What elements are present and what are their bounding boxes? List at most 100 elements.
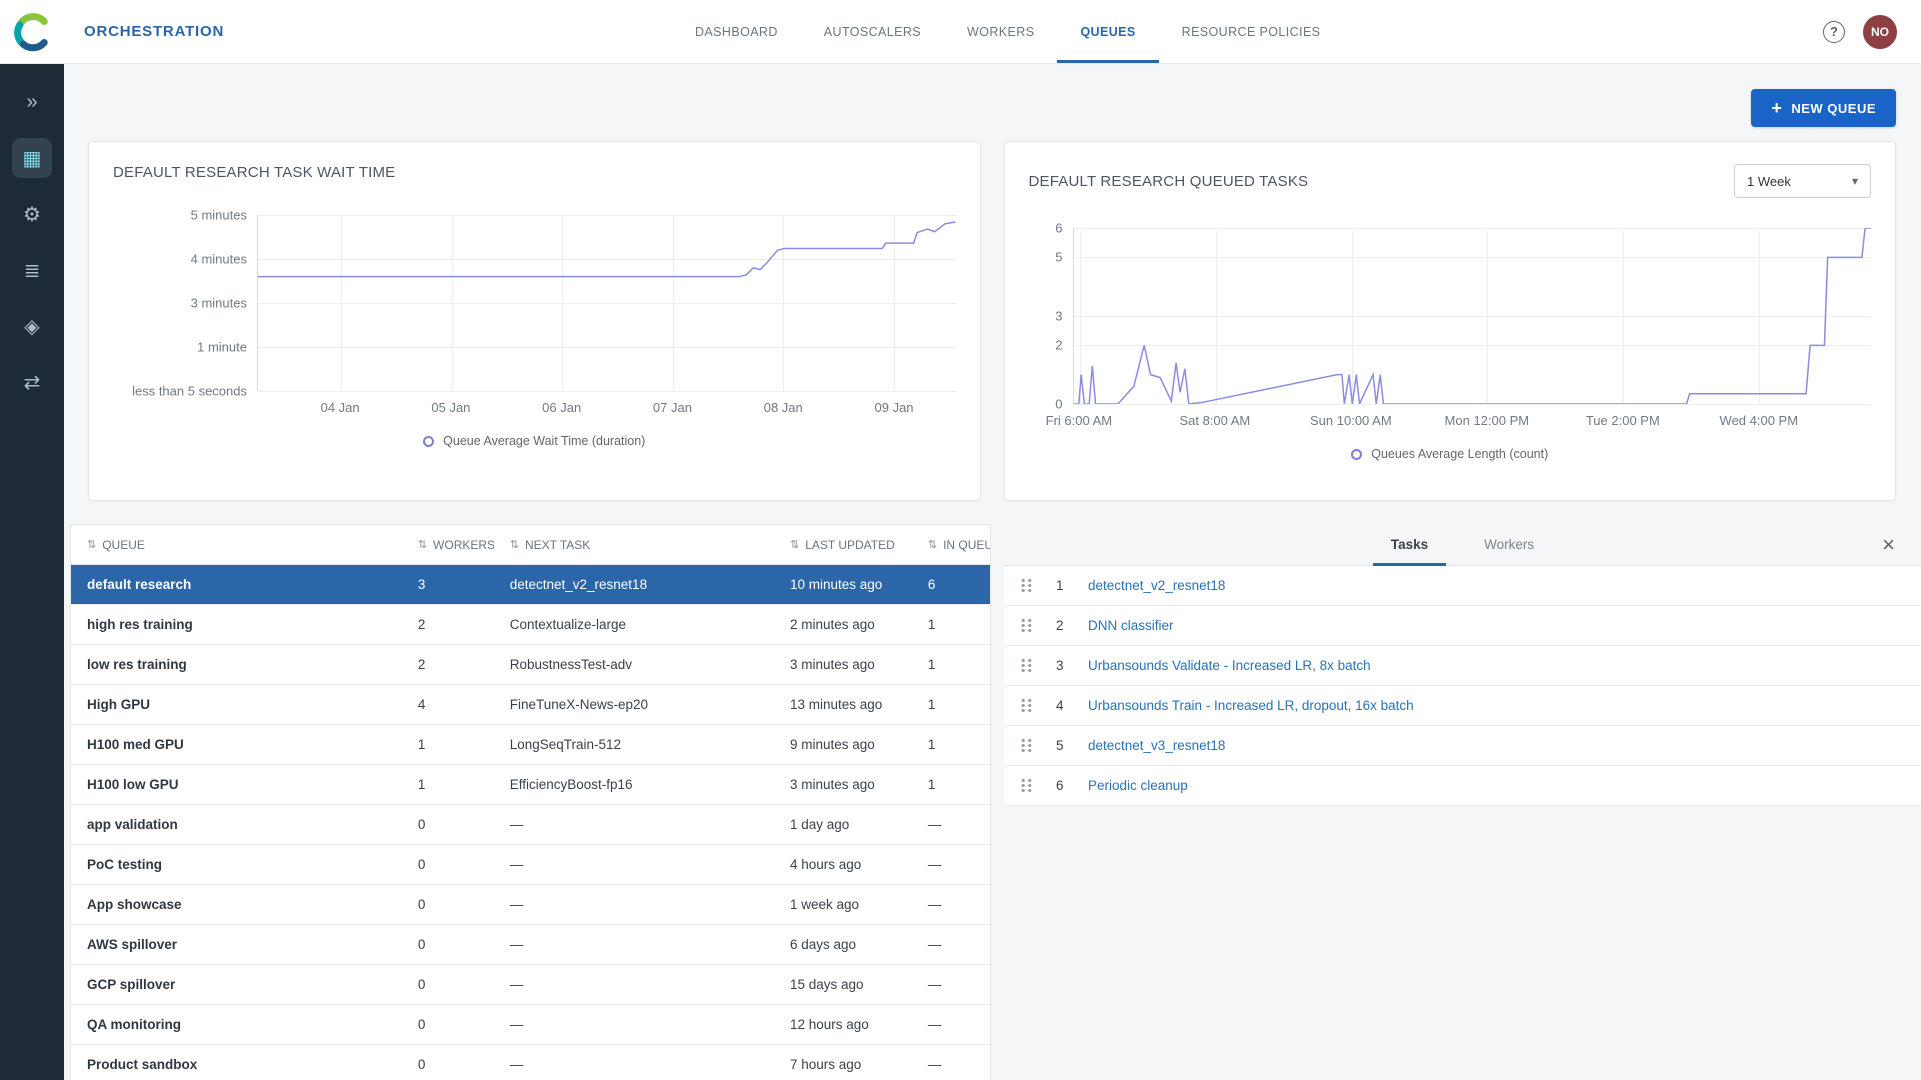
top-tab-resource-policies[interactable]: RESOURCE POLICIES: [1159, 0, 1344, 63]
legend-marker-icon: [1351, 449, 1362, 460]
next-task-cell: RobustnessTest-adv: [494, 657, 774, 672]
queued-tasks-card-header: DEFAULT RESEARCH QUEUED TASKS 1 Week ▾: [1029, 164, 1872, 198]
column-header-next-task[interactable]: ⇅ NEXT TASK: [494, 538, 774, 552]
last-updated-cell: 9 minutes ago: [774, 737, 912, 752]
getting-started-icon[interactable]: »: [12, 82, 52, 122]
new-queue-button[interactable]: + NEW QUEUE: [1751, 89, 1896, 127]
x-axis-labels: Fri 6:00 AMSat 8:00 AMSun 10:00 AMMon 12…: [1073, 404, 1872, 430]
drag-handle-icon[interactable]: [1020, 698, 1033, 713]
drag-handle-icon[interactable]: [1020, 578, 1033, 593]
queues-table-header: ⇅ QUEUE ⇅ WORKERS ⇅ NEXT TASK ⇅ LAST UPD…: [71, 525, 990, 565]
table-row[interactable]: high res training2Contextualize-large2 m…: [71, 605, 990, 645]
top-tab-workers[interactable]: WORKERS: [944, 0, 1057, 63]
queue-name-cell: Product sandbox: [71, 1057, 402, 1072]
panel-tab-workers[interactable]: Workers: [1456, 524, 1562, 565]
topbar: ORCHESTRATION DASHBOARDAUTOSCALERSWORKER…: [0, 0, 1921, 64]
panel-tab-tasks[interactable]: Tasks: [1363, 524, 1456, 565]
table-row[interactable]: PoC testing0—4 hours ago—: [71, 845, 990, 885]
table-row[interactable]: GCP spillover0—15 days ago—: [71, 965, 990, 1005]
chart-plot-area: [1073, 228, 1872, 404]
top-tab-autoscalers[interactable]: AUTOSCALERS: [801, 0, 944, 63]
app-logo[interactable]: [0, 0, 64, 64]
close-icon[interactable]: ×: [1882, 534, 1895, 556]
last-updated-cell: 7 hours ago: [774, 1057, 912, 1072]
queue-name-cell: low res training: [71, 657, 402, 672]
sidebar-nav: » ▦ ⚙ ≣ ◈ ⇄: [0, 64, 64, 1080]
help-icon[interactable]: ?: [1823, 21, 1845, 43]
sort-icon: ⇅: [928, 538, 937, 551]
next-task-cell: —: [494, 1057, 774, 1072]
last-updated-cell: 13 minutes ago: [774, 697, 912, 712]
x-tick-label: Fri 6:00 AM: [1046, 413, 1112, 428]
column-header-last-updated[interactable]: ⇅ LAST UPDATED: [774, 538, 912, 552]
workers-icon[interactable]: ⚙: [12, 194, 52, 234]
queue-name-cell: High GPU: [71, 697, 402, 712]
table-row[interactable]: App showcase0—1 week ago—: [71, 885, 990, 925]
task-link[interactable]: detectnet_v3_resnet18: [1088, 738, 1225, 753]
table-row[interactable]: Product sandbox0—7 hours ago—: [71, 1045, 990, 1080]
queues-icon[interactable]: ≣: [12, 250, 52, 290]
legend-label: Queue Average Wait Time (duration): [443, 434, 645, 448]
time-range-select[interactable]: 1 Week ▾: [1734, 164, 1871, 198]
table-row[interactable]: H100 low GPU1EfficiencyBoost-fp163 minut…: [71, 765, 990, 805]
queue-detail-panel: TasksWorkers× 1detectnet_v2_resnet182DNN…: [1004, 524, 1921, 1080]
y-tick-label: 3 minutes: [191, 296, 247, 311]
line-series: [1074, 228, 1872, 404]
workers-cell: 0: [402, 897, 494, 912]
drag-handle-icon[interactable]: [1020, 618, 1033, 633]
x-tick-label: 09 Jan: [875, 400, 914, 415]
table-row[interactable]: app validation0—1 day ago—: [71, 805, 990, 845]
workers-cell: 3: [402, 577, 494, 592]
table-row[interactable]: low res training2RobustnessTest-adv3 min…: [71, 645, 990, 685]
sort-icon: ⇅: [418, 538, 427, 551]
last-updated-cell: 2 minutes ago: [774, 617, 912, 632]
next-task-cell: —: [494, 937, 774, 952]
task-link[interactable]: detectnet_v2_resnet18: [1088, 578, 1225, 593]
task-link[interactable]: Urbansounds Train - Increased LR, dropou…: [1088, 698, 1414, 713]
task-index: 3: [1056, 658, 1084, 673]
workers-cell: 0: [402, 817, 494, 832]
queue-name-cell: App showcase: [71, 897, 402, 912]
last-updated-cell: 3 minutes ago: [774, 777, 912, 792]
in-queue-cell: 1: [912, 697, 990, 712]
queue-name-cell: default research: [71, 577, 402, 592]
resources-icon[interactable]: ◈: [12, 306, 52, 346]
drag-handle-icon[interactable]: [1020, 658, 1033, 673]
table-row[interactable]: High GPU4FineTuneX-News-ep2013 minutes a…: [71, 685, 990, 725]
task-list-item: 2 DNN classifier: [1004, 606, 1921, 646]
task-list-item: 3 Urbansounds Validate - Increased LR, 8x…: [1004, 646, 1921, 686]
queue-name-cell: H100 low GPU: [71, 777, 402, 792]
task-link[interactable]: DNN classifier: [1088, 618, 1174, 633]
task-link[interactable]: Urbansounds Validate - Increased LR, 8x …: [1088, 658, 1371, 673]
top-tab-dashboard[interactable]: DASHBOARD: [672, 0, 801, 63]
in-queue-cell: 6: [912, 577, 990, 592]
avatar[interactable]: NO: [1863, 15, 1897, 49]
last-updated-cell: 15 days ago: [774, 977, 912, 992]
next-task-cell: —: [494, 897, 774, 912]
workers-cell: 2: [402, 617, 494, 632]
x-tick-label: Tue 2:00 PM: [1586, 413, 1660, 428]
table-row[interactable]: default research3detectnet_v2_resnet1810…: [71, 565, 990, 605]
task-link[interactable]: Periodic cleanup: [1088, 778, 1188, 793]
task-index: 2: [1056, 618, 1084, 633]
column-header-queue[interactable]: ⇅ QUEUE: [71, 538, 402, 552]
chart-legend: Queues Average Length (count): [1029, 447, 1872, 461]
wait-time-chart-title: DEFAULT RESEARCH TASK WAIT TIME: [113, 164, 956, 181]
drag-handle-icon[interactable]: [1020, 738, 1033, 753]
top-tab-queues[interactable]: QUEUES: [1057, 0, 1158, 63]
queue-name-cell: GCP spillover: [71, 977, 402, 992]
last-updated-cell: 4 hours ago: [774, 857, 912, 872]
y-tick-label: less than 5 seconds: [132, 384, 247, 399]
pipelines-icon[interactable]: ⇄: [12, 362, 52, 402]
orchestration-icon[interactable]: ▦: [12, 138, 52, 178]
in-queue-cell: 1: [912, 737, 990, 752]
y-tick-label: 3: [1055, 309, 1062, 324]
table-row[interactable]: AWS spillover0—6 days ago—: [71, 925, 990, 965]
workers-cell: 0: [402, 857, 494, 872]
table-row[interactable]: H100 med GPU1LongSeqTrain-5129 minutes a…: [71, 725, 990, 765]
table-row[interactable]: QA monitoring0—12 hours ago—: [71, 1005, 990, 1045]
column-header-in-queue[interactable]: ⇅ IN QUEUE: [912, 538, 990, 552]
drag-handle-icon[interactable]: [1020, 778, 1033, 793]
column-header-workers[interactable]: ⇅ WORKERS: [402, 538, 494, 552]
y-tick-label: 6: [1055, 221, 1062, 236]
